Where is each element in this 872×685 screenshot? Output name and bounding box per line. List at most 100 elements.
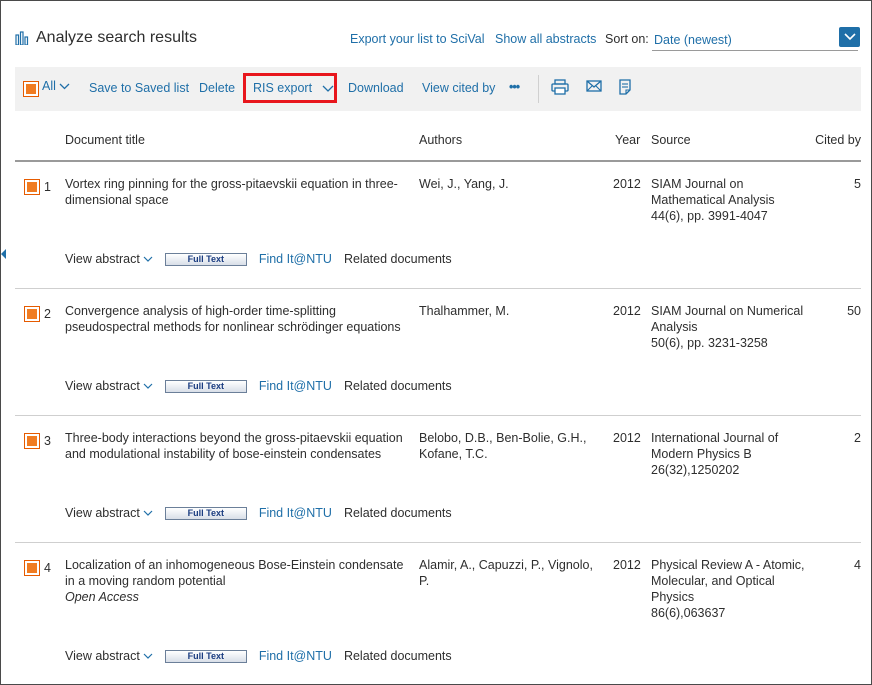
source-detail: 44(6), pp. 3991-4047 [651, 209, 768, 223]
related-documents-link[interactable]: Related documents [344, 506, 452, 520]
row-number: 2 [44, 307, 51, 321]
find-it-link[interactable]: Find It@NTU [259, 252, 332, 266]
side-panel-toggle-icon[interactable] [1, 249, 6, 259]
results-header: Analyze search results Export your list … [15, 27, 861, 53]
chevron-down-icon [59, 83, 70, 89]
save-to-list-button[interactable]: Save to Saved list [89, 81, 189, 95]
column-document-title[interactable]: Document title [65, 133, 145, 147]
export-scival-link[interactable]: Export your list to SciVal [350, 32, 485, 46]
view-abstract-button[interactable]: View abstract [65, 506, 153, 520]
related-documents-link[interactable]: Related documents [344, 649, 452, 663]
column-source[interactable]: Source [651, 133, 691, 147]
print-icon[interactable] [551, 79, 571, 97]
view-abstract-button[interactable]: View abstract [65, 379, 153, 393]
source: International Journal of Modern Physics … [651, 430, 821, 478]
cited-by-count[interactable]: 2 [821, 430, 861, 446]
related-documents-link[interactable]: Related documents [344, 252, 452, 266]
sort-value: Date (newest) [654, 33, 732, 47]
source-title[interactable]: SIAM Journal on Mathematical Analysis [651, 176, 821, 208]
source: SIAM Journal on Mathematical Analysis 44… [651, 176, 821, 224]
document-title: Three-body interactions beyond the gross… [65, 431, 403, 461]
document-title: Localization of an inhomogeneous Bose-Ei… [65, 558, 404, 588]
full-text-button[interactable]: Full Text [164, 649, 247, 663]
row-checkbox[interactable] [24, 179, 40, 195]
related-documents-link[interactable]: Related documents [344, 379, 452, 393]
chevron-down-icon [143, 653, 153, 659]
document-title-link[interactable]: Localization of an inhomogeneous Bose-Ei… [65, 557, 410, 605]
find-it-link[interactable]: Find It@NTU [259, 379, 332, 393]
year: 2012 [613, 431, 641, 445]
document-title-link[interactable]: Three-body interactions beyond the gross… [65, 430, 410, 462]
full-text-button[interactable]: Full Text [164, 379, 247, 393]
ris-export-button[interactable]: RIS export [253, 81, 334, 95]
authors[interactable]: Alamir, A., Capuzzi, P., Vignolo, P. [419, 557, 604, 589]
source-detail: 50(6), pp. 3231-3258 [651, 336, 768, 350]
open-access-label: Open Access [65, 590, 139, 604]
column-year[interactable]: Year [615, 133, 640, 147]
row-checkbox[interactable] [24, 306, 40, 322]
chevron-down-icon [843, 33, 856, 41]
view-abstract-label: View abstract [65, 379, 140, 393]
full-text-button[interactable]: Full Text [164, 506, 247, 520]
row-number: 3 [44, 434, 51, 448]
document-title: Vortex ring pinning for the gross-pitaev… [65, 177, 398, 207]
show-all-abstracts-link[interactable]: Show all abstracts [495, 32, 596, 46]
column-cited-by[interactable]: Cited by [815, 133, 861, 147]
select-all-dropdown[interactable]: All [42, 79, 70, 93]
toolbar-divider [538, 75, 539, 103]
find-it-link[interactable]: Find It@NTU [259, 649, 332, 663]
source-title[interactable]: International Journal of Modern Physics … [651, 430, 821, 462]
view-abstract-label: View abstract [65, 649, 140, 663]
view-abstract-button[interactable]: View abstract [65, 252, 153, 266]
results-toolbar: All Save to Saved list Delete RIS export… [15, 67, 861, 111]
table-row: 2 Convergence analysis of high-order tim… [15, 290, 861, 416]
chevron-down-icon [143, 256, 153, 262]
delete-button[interactable]: Delete [199, 81, 235, 95]
row-actions: View abstract Full Text Find It@NTU Rela… [65, 648, 452, 664]
authors[interactable]: Belobo, D.B., Ben-Bolie, G.H., Kofane, T… [419, 430, 604, 462]
more-options-button[interactable]: ••• [509, 80, 520, 94]
source-title[interactable]: Physical Review A - Atomic, Molecular, a… [651, 557, 821, 605]
download-button[interactable]: Download [348, 81, 404, 95]
source-title[interactable]: SIAM Journal on Numerical Analysis [651, 303, 821, 335]
source: Physical Review A - Atomic, Molecular, a… [651, 557, 821, 621]
email-icon[interactable] [586, 79, 606, 97]
sort-label: Sort on: [605, 32, 649, 46]
view-cited-by-button[interactable]: View cited by [422, 81, 495, 95]
row-actions: View abstract Full Text Find It@NTU Rela… [65, 378, 452, 394]
ris-export-label: RIS export [253, 81, 313, 95]
document-title-link[interactable]: Vortex ring pinning for the gross-pitaev… [65, 176, 410, 208]
table-header: Document title Authors Year Source Cited… [15, 127, 861, 162]
document-title-link[interactable]: Convergence analysis of high-order time-… [65, 303, 410, 335]
bibliography-icon[interactable] [618, 79, 638, 97]
row-actions: View abstract Full Text Find It@NTU Rela… [65, 505, 452, 521]
year: 2012 [613, 177, 641, 191]
cited-by-count[interactable]: 5 [821, 176, 861, 192]
row-checkbox[interactable] [24, 560, 40, 576]
column-authors[interactable]: Authors [419, 133, 462, 147]
analyze-label: Analyze search results [36, 29, 197, 46]
find-it-link[interactable]: Find It@NTU [259, 506, 332, 520]
analyze-search-results-link[interactable]: Analyze search results [15, 29, 197, 47]
row-number: 1 [44, 180, 51, 194]
chevron-down-icon [143, 510, 153, 516]
view-abstract-label: View abstract [65, 506, 140, 520]
view-abstract-button[interactable]: View abstract [65, 649, 153, 663]
document-title: Convergence analysis of high-order time-… [65, 304, 401, 334]
full-text-button[interactable]: Full Text [164, 252, 247, 266]
view-abstract-label: View abstract [65, 252, 140, 266]
sort-select[interactable]: Date (newest) [652, 27, 860, 51]
authors[interactable]: Wei, J., Yang, J. [419, 176, 604, 192]
select-all-checkbox[interactable] [23, 81, 39, 97]
all-label: All [42, 79, 56, 93]
row-checkbox[interactable] [24, 433, 40, 449]
sort-dropdown-button[interactable] [839, 27, 860, 47]
cited-by-count[interactable]: 4 [821, 557, 861, 573]
cited-by-count[interactable]: 50 [821, 303, 861, 319]
table-row: 3 Three-body interactions beyond the gro… [15, 417, 861, 543]
source-detail: 26(32),1250202 [651, 463, 740, 477]
row-number: 4 [44, 561, 51, 575]
chevron-down-icon [143, 383, 153, 389]
authors[interactable]: Thalhammer, M. [419, 303, 604, 319]
source-detail: 86(6),063637 [651, 606, 726, 620]
